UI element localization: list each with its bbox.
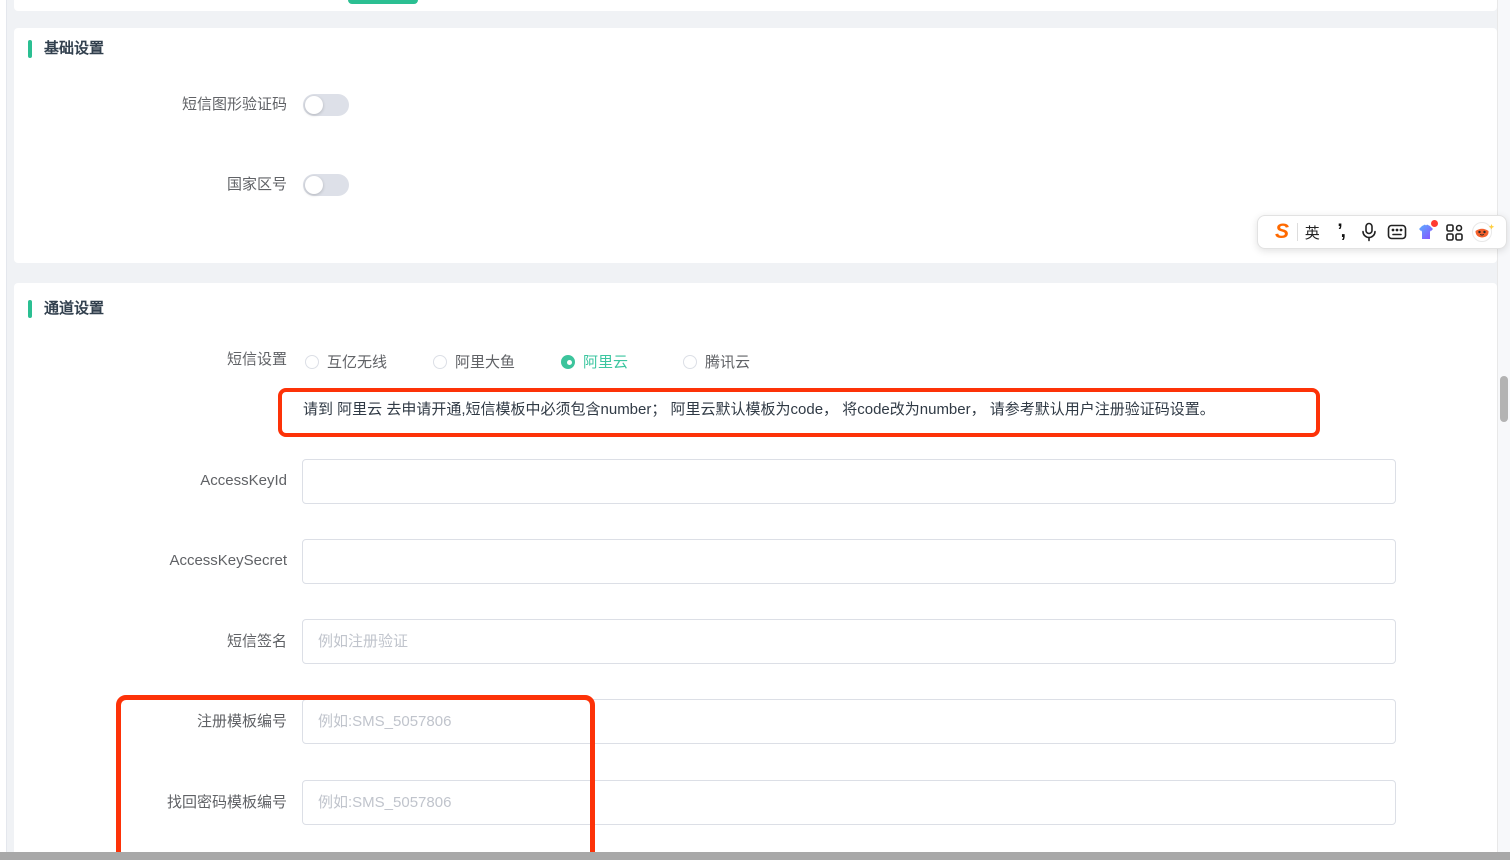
vertical-scrollbar-thumb[interactable] [1500, 376, 1508, 422]
toolbox-icon[interactable] [1440, 223, 1468, 242]
register-template-input[interactable] [302, 699, 1396, 744]
radio-label: 阿里云 [583, 351, 628, 372]
toggle-knob [305, 96, 323, 114]
basic-settings-title: 基础设置 [44, 40, 104, 58]
radio-label: 互亿无线 [327, 351, 387, 372]
radio-provider-alidayu[interactable]: 阿里大鱼 [433, 351, 515, 372]
sms-setting-label: 短信设置 [60, 349, 287, 371]
sms-signature-label: 短信签名 [60, 631, 287, 653]
left-edge-panel [0, 0, 7, 852]
radio-circle-icon [305, 355, 319, 369]
ime-toolbar: S 英 ’, [1257, 215, 1507, 249]
aliyun-notice-text: 请到 阿里云 去申请开通,短信模板中必须包含number； 阿里云默认模板为co… [303, 401, 1215, 419]
emoji-icon[interactable] [1469, 221, 1497, 243]
microphone-icon[interactable] [1355, 222, 1383, 242]
sms-captcha-toggle[interactable] [303, 94, 349, 116]
toggle-knob [305, 176, 323, 194]
top-partial-card [14, 0, 1497, 11]
save-button-partial[interactable] [348, 0, 418, 4]
reset-password-template-label: 找回密码模板编号 [60, 792, 287, 814]
channel-settings-title: 通道设置 [44, 300, 104, 318]
skin-icon[interactable] [1412, 223, 1440, 241]
section-accent-bar [28, 300, 32, 318]
sms-signature-input[interactable] [302, 619, 1396, 664]
country-code-label: 国家区号 [60, 174, 287, 196]
vertical-scrollbar-track[interactable] [1497, 0, 1510, 852]
ime-language-mode-button[interactable]: 英 [1298, 222, 1326, 243]
radio-provider-tencent[interactable]: 腾讯云 [683, 351, 750, 372]
radio-label: 腾讯云 [705, 351, 750, 372]
section-accent-bar [28, 40, 32, 58]
radio-provider-huyi[interactable]: 互亿无线 [305, 351, 387, 372]
accesskeyid-input[interactable] [302, 459, 1396, 504]
sms-captcha-label: 短信图形验证码 [60, 94, 287, 116]
register-template-label: 注册模板编号 [60, 711, 287, 733]
settings-page: 基础设置 短信图形验证码 国家区号 通道设置 短信设置 互亿无线 阿里大鱼 阿里… [0, 0, 1510, 860]
radio-circle-icon [433, 355, 447, 369]
punctuation-icon[interactable]: ’, [1326, 221, 1354, 243]
notification-dot-icon [1431, 220, 1438, 227]
reset-password-template-input[interactable] [302, 780, 1396, 825]
accesskeysecret-input[interactable] [302, 539, 1396, 584]
accesskeyid-label: AccessKeyId [60, 470, 287, 492]
horizontal-scrollbar[interactable] [0, 852, 1510, 860]
country-code-toggle[interactable] [303, 174, 349, 196]
radio-label: 阿里大鱼 [455, 351, 515, 372]
accesskeysecret-label: AccessKeySecret [60, 550, 287, 572]
keyboard-icon[interactable] [1383, 223, 1411, 241]
radio-selected-icon [561, 355, 575, 369]
radio-provider-aliyun[interactable]: 阿里云 [561, 351, 628, 372]
radio-circle-icon [683, 355, 697, 369]
sogou-logo-icon[interactable]: S [1267, 220, 1297, 244]
